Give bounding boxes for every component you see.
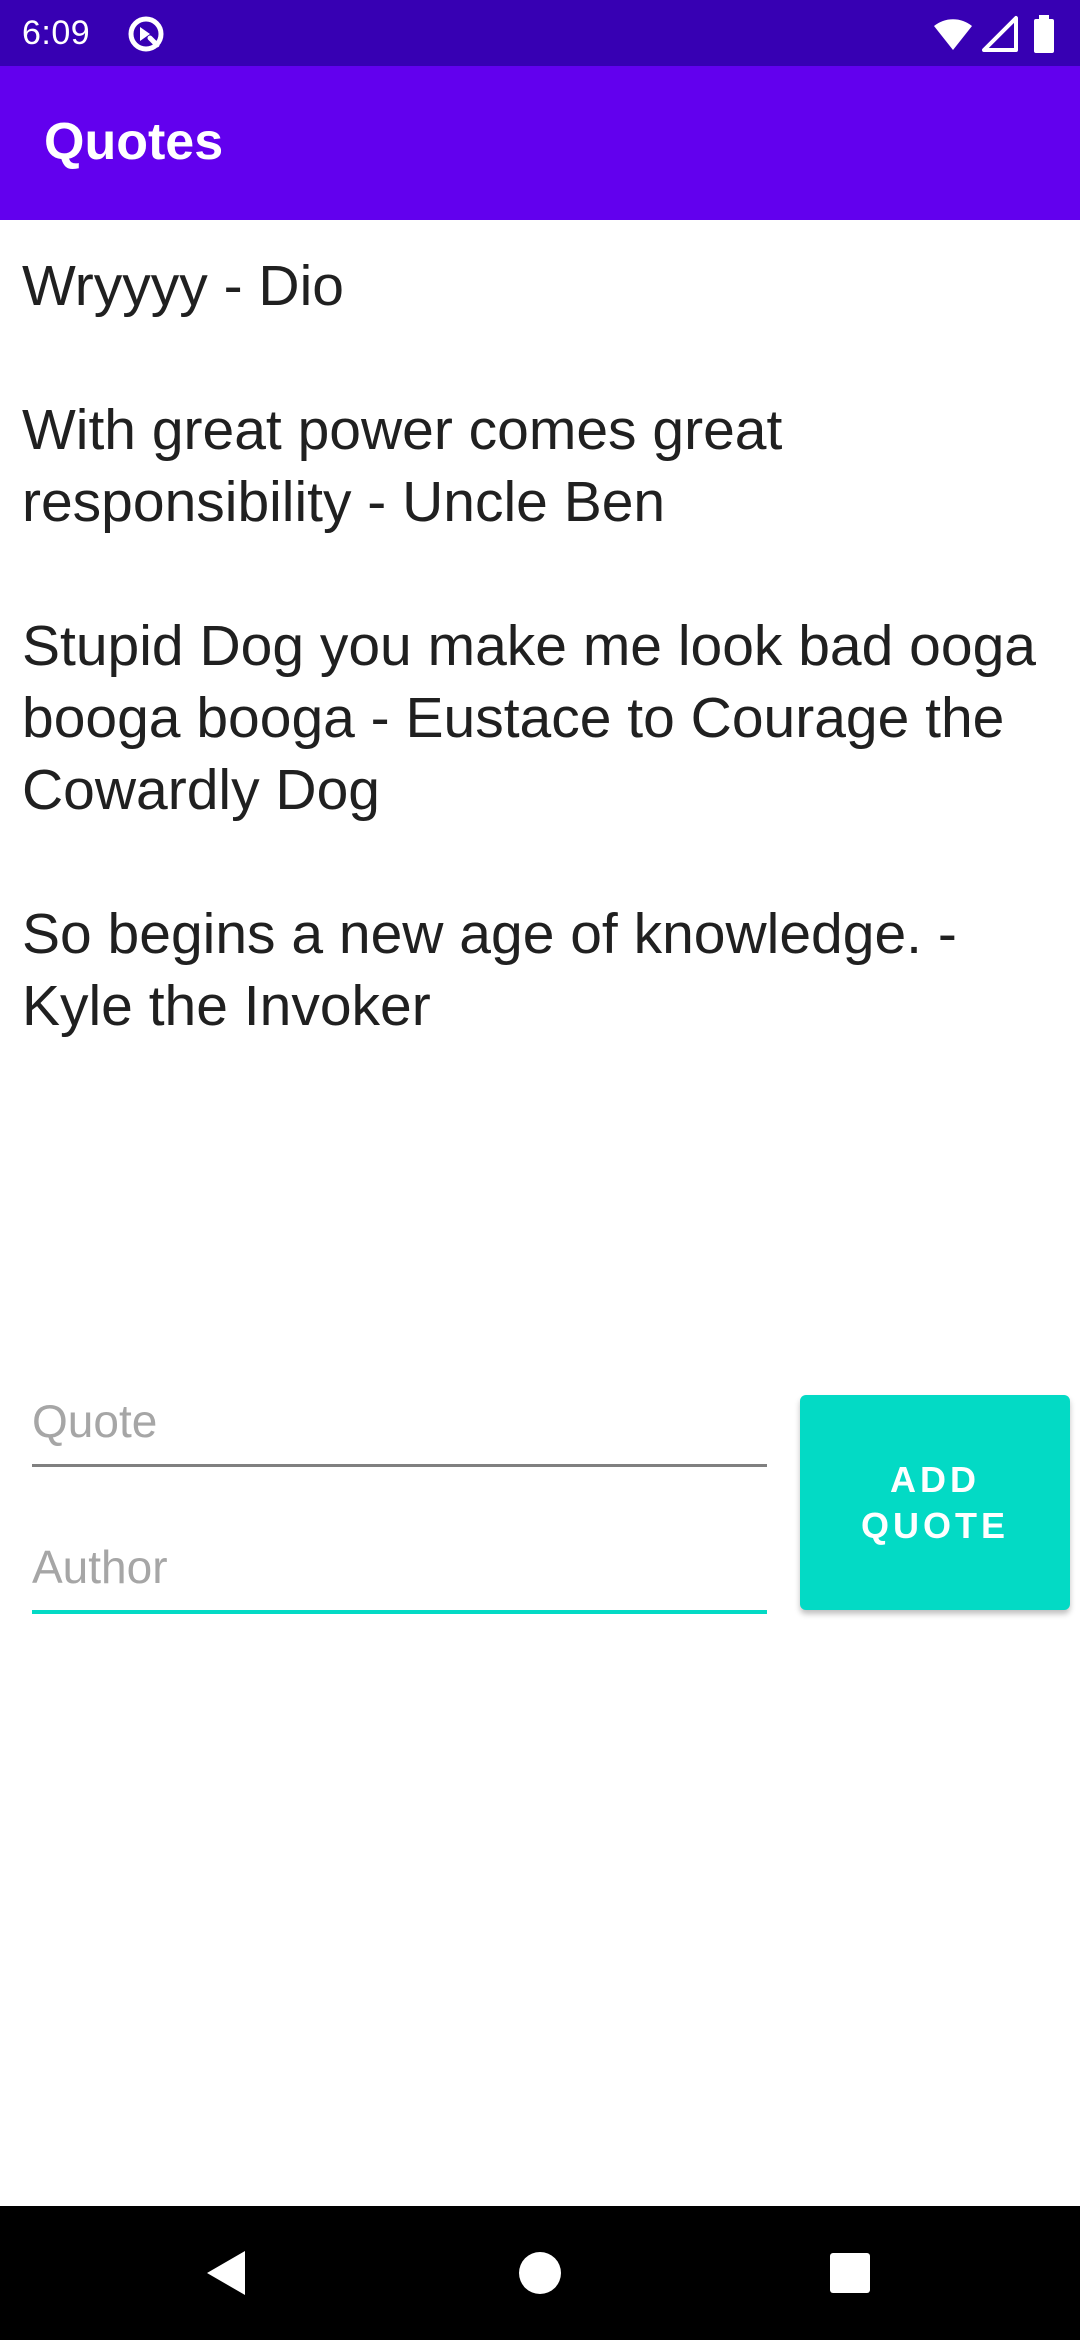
signal-icon — [982, 16, 1018, 52]
app-notification-icon — [126, 14, 166, 54]
app-title: Quotes — [44, 113, 224, 171]
battery-icon — [1034, 15, 1054, 53]
quote-item: Stupid Dog you make me look bad ooga boo… — [22, 614, 1036, 822]
wifi-icon — [934, 19, 972, 50]
home-icon — [519, 2252, 561, 2294]
recents-icon — [830, 2253, 870, 2293]
add-quote-button[interactable]: ADD QUOTE — [800, 1395, 1070, 1610]
quote-item: With great power comes great responsibil… — [22, 398, 783, 534]
app-bar: Quotes — [0, 66, 1080, 220]
status-time: 6:09 — [22, 14, 91, 52]
author-input[interactable] — [32, 1530, 767, 1614]
navigation-bar — [0, 2206, 1080, 2340]
status-bar: 6:09 — [0, 0, 1080, 66]
home-button[interactable] — [460, 2206, 620, 2340]
quote-list: Wryyyy - Dio With great power comes grea… — [22, 250, 1042, 1114]
back-icon — [207, 2251, 245, 2295]
quote-item: So begins a new age of knowledge. - Kyle… — [22, 902, 957, 1038]
recents-button[interactable] — [770, 2206, 930, 2340]
quote-input[interactable] — [32, 1384, 767, 1467]
back-button[interactable] — [145, 2206, 305, 2340]
quote-item: Wryyyy - Dio — [22, 254, 344, 318]
